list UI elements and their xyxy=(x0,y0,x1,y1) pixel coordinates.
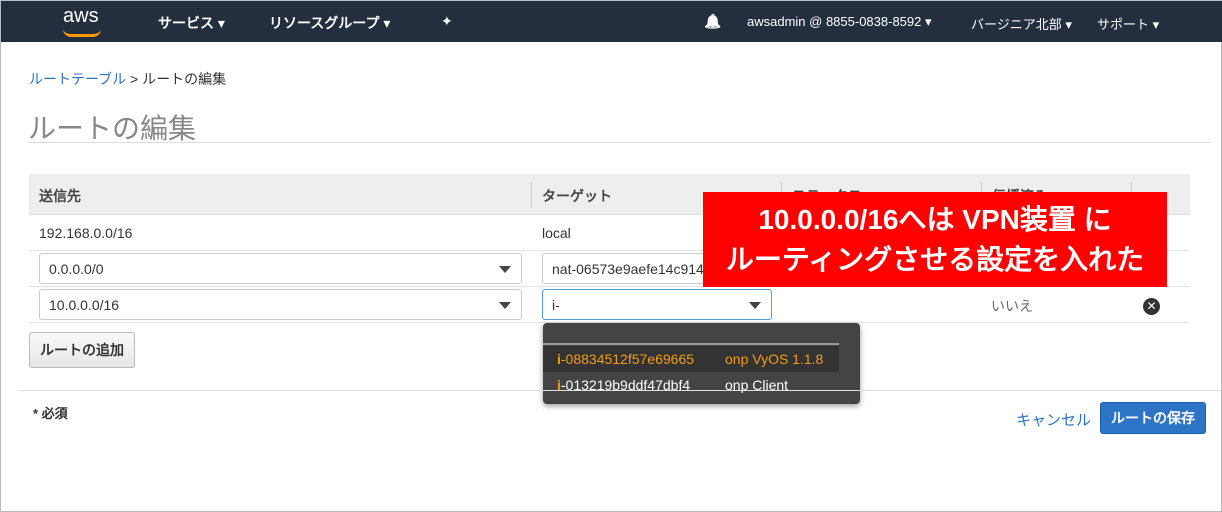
top-nav: aws サービス ▾ リソースグループ ▾ ✦ 🔔 awsadmin @ 885… xyxy=(1,1,1222,42)
target-value: nat-06573e9aefe14c914 xyxy=(552,261,704,277)
target-value: i- xyxy=(552,297,560,313)
column-divider xyxy=(531,182,532,208)
propagated-value: いいえ xyxy=(991,298,1033,314)
option-name: onp VyOS 1.1.8 xyxy=(725,351,824,367)
add-route-button[interactable]: ルートの追加 xyxy=(29,332,135,368)
divider xyxy=(28,142,1211,143)
breadcrumb-current: ルートの編集 xyxy=(142,71,227,87)
region-menu[interactable]: バージニア北部 ▾ xyxy=(971,14,1072,33)
chevron-down-icon xyxy=(499,302,511,309)
annotation-callout: 10.0.0.0/16へは VPN装置 に ルーティングさせる設定を入れた xyxy=(703,192,1167,287)
destination-input[interactable]: 10.0.0.0/16 xyxy=(39,289,522,320)
destination-input[interactable]: 0.0.0.0/0 xyxy=(39,253,522,284)
save-routes-button[interactable]: ルートの保存 xyxy=(1100,402,1206,434)
pin-icon[interactable]: ✦ xyxy=(441,13,453,30)
support-menu[interactable]: サポート ▾ xyxy=(1097,14,1159,33)
target-dropdown: i-08834512f57e69665 onp VyOS 1.1.8 i-0132… xyxy=(543,323,860,404)
destination-value: 192.168.0.0/16 xyxy=(39,225,133,241)
annotation-line: 10.0.0.0/16へは VPN装置 に xyxy=(758,204,1112,235)
option-id: -08834512f57e69665 xyxy=(560,351,695,367)
resource-groups-menu[interactable]: リソースグループ ▾ xyxy=(269,13,390,33)
annotation-line: ルーティングさせる設定を入れた xyxy=(725,244,1145,275)
footer-divider xyxy=(19,390,1221,391)
cancel-button[interactable]: キャンセル xyxy=(1016,409,1091,430)
aws-logo[interactable]: aws xyxy=(63,5,99,28)
header-destination: 送信先 xyxy=(39,188,81,204)
bell-icon[interactable]: 🔔 xyxy=(704,13,721,30)
remove-route-icon[interactable]: ✕ xyxy=(1143,298,1160,315)
dropdown-option[interactable]: i-08834512f57e69665 onp VyOS 1.1.8 xyxy=(543,346,839,372)
aws-smile-icon xyxy=(63,29,101,37)
destination-value: 0.0.0.0/0 xyxy=(49,261,104,277)
target-value: local xyxy=(542,225,571,241)
account-menu[interactable]: awsadmin @ 8855-0838-8592 ▾ xyxy=(747,14,932,30)
header-target: ターゲット xyxy=(542,188,612,204)
breadcrumb: ルートテーブル > ルートの編集 xyxy=(29,69,226,89)
chevron-down-icon xyxy=(499,266,511,273)
page-title: ルートの編集 xyxy=(28,113,197,144)
services-menu[interactable]: サービス ▾ xyxy=(158,13,225,33)
dropdown-divider xyxy=(543,343,839,345)
breadcrumb-route-tables[interactable]: ルートテーブル xyxy=(29,71,126,87)
breadcrumb-separator: > xyxy=(126,71,143,87)
dropdown-option[interactable]: i-013219b9ddf47dbf4 onp Client xyxy=(543,372,839,398)
chevron-down-icon xyxy=(749,302,761,309)
destination-value: 10.0.0.0/16 xyxy=(49,297,120,313)
required-note: * 必須 xyxy=(33,406,68,421)
target-input[interactable]: i- xyxy=(542,289,772,320)
